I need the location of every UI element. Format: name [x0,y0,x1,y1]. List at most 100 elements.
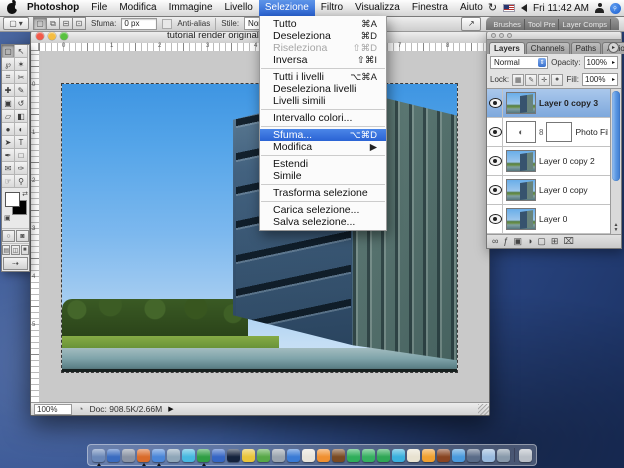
menu-item-carica-selezione[interactable]: Carica selezione... [260,204,386,216]
menu-item-trasforma-selezione[interactable]: Trasforma selezione [260,187,386,199]
menubar-item-filtro[interactable]: Filtro [315,0,349,16]
quick-mask-button-1[interactable]: ◙ [16,230,29,242]
default-colors-icon[interactable]: ▣ [4,214,11,222]
menubar-item-finestra[interactable]: Finestra [406,0,454,16]
blur-tool[interactable]: ● [2,123,15,136]
palette-zoom-button[interactable] [507,33,512,38]
tool-preset-picker[interactable]: ▢▾ [3,17,29,30]
menu-item-intervallo-colori[interactable]: Intervallo colori... [260,112,386,124]
menubar-item-modifica[interactable]: Modifica [113,0,162,16]
dock-app-icon-26[interactable] [467,449,480,462]
quick-mask-button-0[interactable]: ○ [2,230,15,242]
shape-tool[interactable]: □ [15,149,28,162]
history-brush-tool[interactable]: ↺ [15,97,28,110]
dock-app-icon-22[interactable] [407,449,420,462]
antialias-checkbox[interactable] [162,19,172,29]
menubar-item-aiuto[interactable]: Aiuto [454,0,489,16]
menubar-item-file[interactable]: File [85,0,113,16]
menu-item-tutti-i-livelli[interactable]: Tutti i livelli⌥⌘A [260,71,386,83]
screen-mode-button-0[interactable]: ▤ [2,245,10,255]
subtract-from-selection-button[interactable]: ⊟ [59,17,73,30]
screen-mode-button-2[interactable]: ■ [21,245,29,255]
fill-input[interactable]: 100% ▸ [582,73,618,86]
layer-row-layer-0-copy-2[interactable]: Layer 0 copy 2 [487,147,610,176]
healing-brush-tool[interactable]: ✚ [2,84,15,97]
menu-item-estendi[interactable]: Estendi [260,158,386,170]
dock-app-icon-10[interactable] [227,449,240,462]
well-tab-brushes[interactable]: Brushes [490,19,525,30]
dock-app-icon-6[interactable] [167,449,180,462]
menu-item-inversa[interactable]: Inversa⇧⌘I [260,54,386,66]
menubar-item-livello[interactable]: Livello [219,0,259,16]
screen-mode-button-1[interactable]: ◫ [11,245,19,255]
layer-row-layer-0[interactable]: Layer 0 [487,205,610,234]
delete-layer-icon[interactable]: ⌧ [563,237,573,246]
visibility-toggle[interactable] [489,205,503,233]
new-layer-icon[interactable]: ⊞ [551,237,559,246]
new-selection-button[interactable]: ▢ [33,17,47,30]
palette-tab-paths[interactable]: Paths [571,42,601,54]
menubar-clock[interactable]: Fri 11:42 AM [533,3,589,14]
menu-item-simile[interactable]: Simile [260,170,386,182]
notes-tool[interactable]: ✉ [2,162,15,175]
dock-app-icon-4[interactable] [137,449,150,462]
dock-app-icon-8[interactable] [197,449,210,462]
foreground-color-swatch[interactable] [5,192,20,207]
intersect-selection-button[interactable]: ⊡ [72,17,86,30]
dodge-tool[interactable]: ◐ [15,123,28,136]
menubar-item-photoshop[interactable]: Photoshop [21,0,85,16]
apple-menu-icon[interactable] [7,3,17,14]
layer-thumbnail[interactable] [506,208,536,230]
add-to-selection-button[interactable]: ⧉ [46,17,60,30]
layer-row-layer-0-copy-3[interactable]: Layer 0 copy 3 [487,89,610,118]
scrollbar-thumb[interactable] [612,91,620,181]
lock-transparency-icon[interactable]: ▦ [512,74,524,86]
spotlight-icon[interactable]: ⌕ [610,3,621,14]
path-selection-tool[interactable]: ➤ [2,136,15,149]
menubar-item-visualizza[interactable]: Visualizza [349,0,406,16]
crop-tool[interactable]: ⌗ [2,71,15,84]
layer-mask-thumbnail[interactable] [546,122,572,142]
feather-input[interactable]: 0 px [121,18,157,30]
dock-app-icon-12[interactable] [257,449,270,462]
dock-app-icon-2[interactable] [107,449,120,462]
palette-close-button[interactable] [491,33,496,38]
resize-grip[interactable] [478,404,489,415]
move-tool[interactable]: ↖ [15,45,28,58]
dock-app-icon-23[interactable] [422,449,435,462]
type-tool[interactable]: T [15,136,28,149]
dock-app-icon-9[interactable] [212,449,225,462]
menu-item-riseleziona[interactable]: Riseleziona⇧⌘D [260,42,386,54]
layer-thumbnail[interactable] [506,179,536,201]
dock-app-icon-7[interactable] [182,449,195,462]
palette-tab-layers[interactable]: Layers [489,42,525,54]
pen-tool[interactable]: ✒ [2,149,15,162]
layer-row-photo-filte[interactable]: ◐8Photo Filte... [487,118,610,147]
close-button[interactable] [36,32,44,40]
dock-app-icon-5[interactable] [152,449,165,462]
zoom-button[interactable] [60,32,68,40]
palette-scrollbar[interactable]: ▲▼ [610,89,621,234]
visibility-toggle[interactable] [489,89,503,117]
layer-thumbnail[interactable] [506,150,536,172]
menu-item-sfuma[interactable]: Sfuma...⌥⌘D [260,129,386,141]
swap-colors-icon[interactable]: ⇄ [22,190,28,198]
trash-icon[interactable] [519,449,532,462]
dock-app-icon-19[interactable] [362,449,375,462]
menu-item-salva-selezione[interactable]: Salva selezione... [260,216,386,228]
dock-app-icon-20[interactable] [377,449,390,462]
dock-app-icon-28[interactable] [497,449,510,462]
visibility-toggle[interactable] [489,118,503,146]
layer-thumbnail[interactable] [506,92,536,114]
eyedropper-tool[interactable]: ✑ [15,162,28,175]
dock-app-icon-11[interactable] [242,449,255,462]
dock-app-icon-14[interactable] [287,449,300,462]
dock-app-icon-13[interactable] [272,449,285,462]
sync-icon[interactable]: ↻ [488,3,497,13]
layer-style-icon[interactable]: ƒ [503,237,508,246]
blend-mode-select[interactable]: Normal ⇕ [490,56,548,69]
dock-app-icon-17[interactable] [332,449,345,462]
input-language-flag-icon[interactable] [503,4,515,12]
palette-tab-channels[interactable]: Channels [526,42,570,54]
menubar-item-selezione[interactable]: Selezione [259,0,315,16]
